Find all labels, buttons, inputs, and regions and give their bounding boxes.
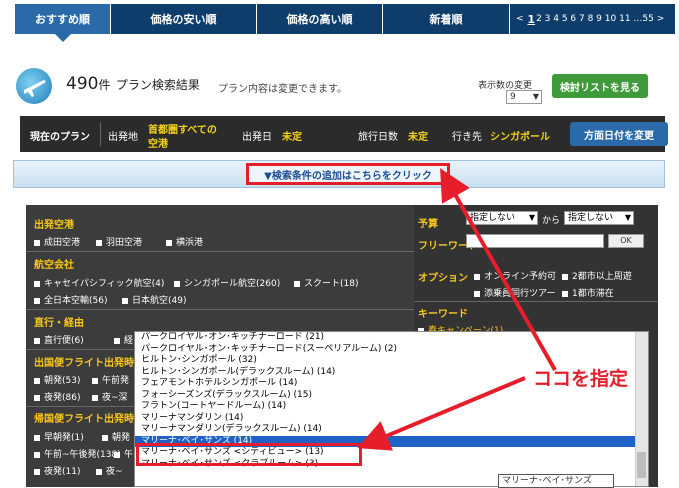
departure-value-2: 空港	[148, 139, 168, 150]
search-conditions-toggle[interactable]: ▼検索条件の追加はこちらをクリック	[246, 163, 450, 185]
outbound-checkbox[interactable]: 朝発(53)	[34, 373, 80, 386]
date-value: 未定	[282, 132, 302, 143]
return-checkbox[interactable]: 夜発(11)	[34, 464, 80, 477]
tab-label: おすすめ順	[35, 13, 90, 26]
airline-checkbox[interactable]: 全日本空輸(56)	[34, 293, 107, 306]
compare-list-button[interactable]: 検討リストを見る	[552, 74, 648, 98]
hover-tooltip: マリーナ･ベイ･サンズ	[498, 474, 614, 488]
pager-next[interactable]: >	[657, 14, 665, 24]
outbound-checkbox[interactable]: 夜~深	[92, 390, 128, 403]
list-scrollbar[interactable]	[635, 332, 648, 486]
airline-checkbox[interactable]: シンガポール航空(260)	[174, 276, 280, 289]
date-label: 出発日	[242, 132, 272, 143]
budget-separator: から	[542, 216, 561, 226]
hotel-list-item[interactable]: マリーナマンダリン(デラックスルーム) (14)	[135, 424, 648, 436]
tab-recommended[interactable]: おすすめ順	[15, 4, 111, 42]
callout-text: ココを指定	[533, 368, 629, 390]
result-count: 490件 プラン検索結果	[66, 74, 200, 94]
days-label: 旅行日数	[358, 132, 398, 143]
option-checkbox[interactable]: オンライン予約可	[474, 269, 556, 282]
airport-checkbox[interactable]: 羽田空港	[96, 235, 142, 248]
airport-checkbox[interactable]: 成田空港	[34, 235, 80, 248]
change-destination-button[interactable]: 方面日付を変更	[570, 122, 668, 146]
airline-checkbox[interactable]: スクート(18)	[294, 276, 358, 289]
result-note: プラン内容は変更できます。	[218, 84, 347, 95]
destination-value: シンガポール	[490, 132, 550, 143]
hotel-list-item[interactable]: フラトン(コートヤードルーム) (14)	[135, 401, 648, 413]
highlight-box	[136, 443, 362, 466]
airline-checkbox[interactable]: キャセイパシフィック航空(4)	[34, 276, 164, 289]
tab-price-low[interactable]: 価格の安い順	[111, 4, 257, 34]
divider	[414, 301, 658, 302]
return-checkbox[interactable]: 夜~	[96, 464, 123, 477]
option-checkbox[interactable]: 1都市滞在	[562, 286, 614, 299]
budget-to-select[interactable]: 指定しない	[564, 211, 634, 225]
scrollbar-thumb[interactable]	[637, 452, 646, 478]
divider	[100, 122, 101, 146]
display-count-select[interactable]: 9 ▼	[506, 90, 542, 104]
hotel-list-item[interactable]: フォーシーズンズ(デラックスルーム) (15)	[135, 390, 648, 402]
departure-value-1: 首都圏すべての	[148, 125, 217, 136]
tab-price-high[interactable]: 価格の高い順	[257, 4, 383, 34]
pager-current[interactable]: 1	[527, 13, 535, 26]
option-checkbox[interactable]: 2都市以上周遊	[562, 269, 632, 282]
direct-section-title: 直行・経由	[34, 318, 84, 329]
return-checkbox[interactable]: 早朝発(1)	[34, 430, 84, 443]
tab-newest[interactable]: 新着順	[383, 4, 510, 34]
freeword-ok-button[interactable]: OK	[608, 234, 644, 248]
return-checkbox[interactable]: 午前~午後発(138)	[34, 447, 121, 460]
direct-checkbox[interactable]: 直行便(6)	[34, 333, 84, 346]
airport-checkbox[interactable]: 横浜港	[166, 235, 203, 248]
sort-tabs: おすすめ順 価格の安い順 価格の高い順 新着順 < 1 2 3 4 5 6 7 …	[0, 0, 679, 42]
tab-label: 価格の安い順	[150, 13, 217, 26]
freeword-input[interactable]	[466, 234, 604, 248]
budget-from-select[interactable]: 指定しない	[466, 211, 538, 225]
keyword-title: キーワード	[418, 309, 468, 320]
departure-label: 出発地	[108, 132, 138, 143]
hotel-list-item[interactable]: パークロイヤル･オン･キッチナーロード (21)	[135, 332, 648, 344]
hotel-list-item[interactable]: パークロイヤル･オン･キッチナーロード(スーペリアルーム) (2)	[135, 344, 648, 356]
tab-label: 価格の高い順	[286, 13, 353, 26]
tab-label: 新着順	[429, 13, 463, 26]
return-section-title: 帰国便フライト出発時	[34, 414, 134, 425]
destination-label: 行き先	[452, 132, 482, 143]
outbound-checkbox[interactable]: 午前発	[92, 373, 129, 386]
current-plan-bar: 現在のプラン 出発地 首都圏すべての 空港 出発日 未定 旅行日数 未定 行き先…	[20, 116, 668, 152]
option-title: オプション	[418, 273, 468, 284]
divider	[26, 309, 414, 310]
return-checkbox[interactable]: 朝発	[102, 430, 130, 443]
plan-title: 現在のプラン	[30, 132, 90, 143]
results-header: 490件 プラン検索結果 プラン内容は変更できます。 表示数の変更 9 ▼ 検討…	[0, 38, 679, 112]
airline-section-title: 航空会社	[34, 260, 74, 271]
pager-pages[interactable]: 2 3 4 5 6 7 8 9 10 11 …55	[536, 14, 654, 24]
budget-title: 予算	[418, 219, 438, 230]
search-conditions-bar: ▼検索条件の追加はこちらをクリック	[13, 160, 665, 188]
outbound-section-title: 出国便フライト出発時	[34, 358, 134, 369]
hotel-list-item[interactable]: マリーナマンダリン (14)	[135, 413, 648, 425]
pagination: < 1 2 3 4 5 6 7 8 9 10 11 …55 >	[510, 4, 675, 34]
via-checkbox[interactable]: 経	[114, 333, 133, 346]
outbound-checkbox[interactable]: 夜発(86)	[34, 390, 80, 403]
divider	[26, 251, 414, 252]
airline-checkbox[interactable]: 日本航空(49)	[122, 293, 186, 306]
days-value: 未定	[408, 132, 428, 143]
return-checkbox[interactable]: 午	[114, 447, 133, 460]
pager-prev[interactable]: <	[516, 14, 524, 24]
airplane-globe-icon	[16, 68, 52, 104]
airport-section-title: 出発空港	[34, 220, 74, 231]
option-checkbox[interactable]: 添乗員同行ツアー	[474, 286, 555, 299]
